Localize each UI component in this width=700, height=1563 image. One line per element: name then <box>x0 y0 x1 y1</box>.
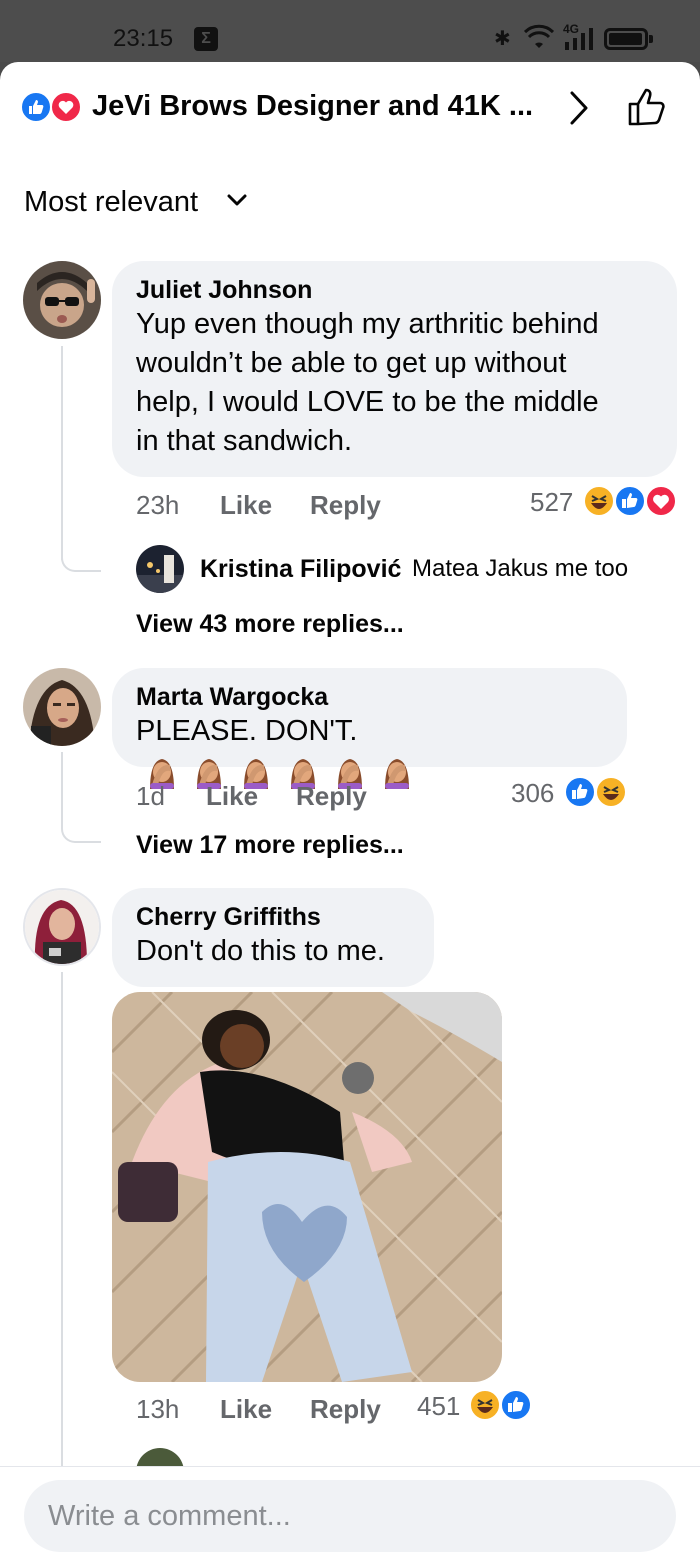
reply-button[interactable]: Reply <box>296 781 367 812</box>
thread-line <box>61 972 63 1472</box>
comment-bubble[interactable]: Marta Wargocka PLEASE. DON'T. <box>112 668 627 790</box>
sort-dropdown[interactable]: Most relevant <box>24 186 198 219</box>
emoji-group <box>146 752 420 791</box>
comment-input[interactable]: Write a comment... <box>24 1480 676 1552</box>
comment-text-line: help, I would LOVE to be the middle <box>136 386 599 418</box>
view-more-replies[interactable]: View 17 more replies... <box>136 831 404 860</box>
reaction-summary[interactable] <box>20 91 86 125</box>
comment-time: 23h <box>136 490 180 520</box>
comment-bubble[interactable]: Juliet Johnson Yup even though my arthri… <box>112 261 677 477</box>
like-button[interactable]: Like <box>206 781 258 812</box>
like-reaction-icon <box>20 91 52 123</box>
comment-text-line: PLEASE. DON'T. <box>136 715 358 747</box>
reply-preview[interactable]: Kristina Filipović Matea Jakus me too <box>136 545 676 595</box>
thumbs-up-icon[interactable] <box>626 86 668 128</box>
thread-line <box>61 346 63 560</box>
avatar[interactable] <box>23 668 101 746</box>
signal-icon <box>565 28 593 50</box>
comment-composer-bar: Write a comment... <box>0 1466 700 1563</box>
comment-text-line: in that sandwich. <box>136 425 353 457</box>
avatar[interactable] <box>136 545 184 593</box>
like-reaction-icon <box>614 485 646 517</box>
comment-bubble[interactable]: Cherry Griffiths Don't do this to me. <box>112 888 434 987</box>
comment-photo[interactable] <box>112 992 502 1382</box>
wifi-icon <box>524 24 554 48</box>
view-more-replies[interactable]: View 43 more replies... <box>136 610 404 639</box>
love-reaction-icon <box>645 485 677 517</box>
reaction-count[interactable]: 306 <box>511 778 554 809</box>
reaction-count[interactable]: 527 <box>530 487 573 518</box>
comment-input-placeholder: Write a comment... <box>48 1500 291 1532</box>
battery-icon <box>604 28 653 50</box>
thread-connector <box>61 542 101 572</box>
reactions-header[interactable]: JeVi Brows Designer and 41K ... <box>0 62 700 162</box>
like-reaction-icon <box>500 1389 532 1421</box>
reply-button[interactable]: Reply <box>310 1394 381 1425</box>
love-reaction-icon <box>50 91 82 123</box>
comments-sheet: JeVi Brows Designer and 41K ... Most rel… <box>0 62 700 1563</box>
like-button[interactable]: Like <box>220 490 272 521</box>
comment-text-line: Yup even though my arthritic behind <box>136 308 599 340</box>
chevron-right-icon[interactable] <box>566 90 592 126</box>
comment-text: Yup even though my arthritic behind woul… <box>136 305 653 461</box>
reply-text: Matea Jakus me too <box>412 555 629 582</box>
like-button[interactable]: Like <box>220 1394 272 1425</box>
comment-author[interactable]: Juliet Johnson <box>136 275 653 305</box>
haha-reaction-icon <box>583 485 615 517</box>
status-bar: 23:15 Σ ✱ 4G <box>0 0 700 62</box>
avatar[interactable] <box>23 888 101 966</box>
haha-reaction-icon <box>469 1389 501 1421</box>
avatar[interactable] <box>23 261 101 339</box>
facepalm-emoji-icon <box>385 759 410 790</box>
thread-connector <box>61 762 101 843</box>
status-time: 23:15 <box>113 25 174 52</box>
comment-author[interactable]: Marta Wargocka <box>136 682 603 712</box>
reply-button[interactable]: Reply <box>310 490 381 521</box>
like-reaction-icon <box>564 776 596 808</box>
comment-text: Don't do this to me. <box>136 935 385 967</box>
comment-time: 1d <box>136 781 165 811</box>
comment-author[interactable]: Cherry Griffiths <box>136 902 410 932</box>
chevron-down-icon[interactable] <box>227 193 247 207</box>
page-title[interactable]: JeVi Brows Designer and 41K ... <box>92 90 533 123</box>
haha-reaction-icon <box>595 776 627 808</box>
notification-icon: Σ <box>194 27 218 51</box>
comment-time: 13h <box>136 1394 180 1424</box>
comment-text-line: wouldn’t be able to get up without <box>136 347 567 379</box>
reaction-count[interactable]: 451 <box>417 1391 460 1422</box>
bluetooth-icon: ✱ <box>494 28 511 50</box>
reply-author[interactable]: Kristina Filipović <box>200 555 401 584</box>
